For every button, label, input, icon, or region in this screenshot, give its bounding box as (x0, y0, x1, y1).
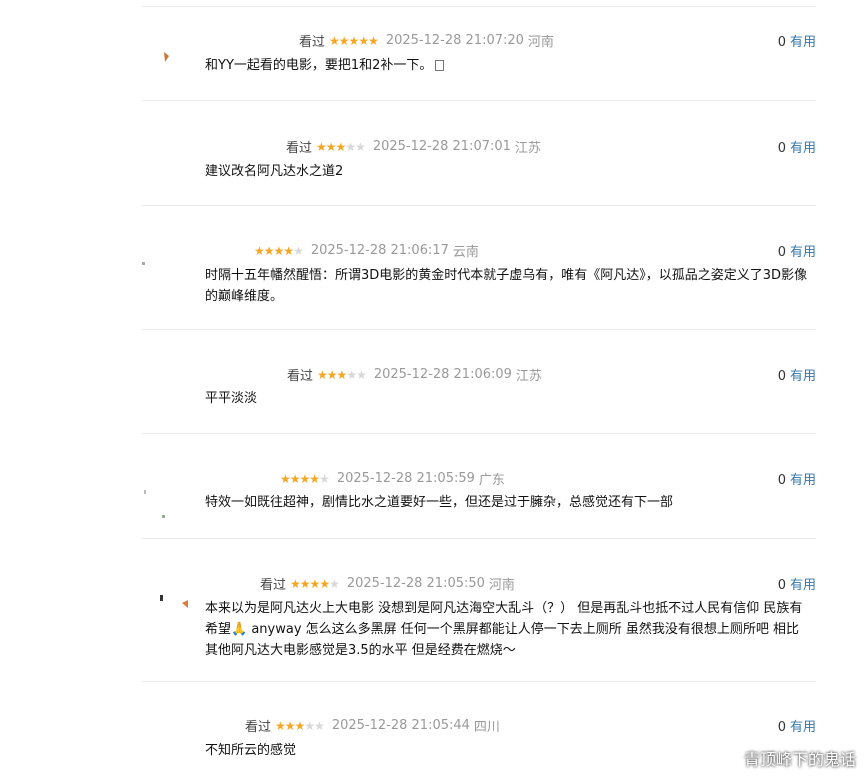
star-empty-icon: ★ (346, 367, 357, 382)
comment-time: 2025-12-28 21:05:59 (336, 471, 475, 486)
star-filled-icon: ★ (335, 139, 347, 154)
rating-stars: ★ ★ ★ ★ ★ (316, 139, 366, 154)
watched-status: 看过 (260, 578, 287, 593)
comment-location: 江苏 (515, 369, 542, 384)
star-filled-icon: ★ (299, 576, 311, 591)
star-filled-icon: ★ (358, 33, 369, 48)
comment-text: 和YY一起看的电影，要把1和2补一下。 (205, 58, 433, 73)
rating-stars: ★ ★ ★ ★ ★ (317, 367, 367, 382)
comment-item: ★ ★ ★ ★ ★ 2025-12-28 21:06:17 云南 0 有用 时隔十五年幡然… (142, 206, 816, 330)
useful-button[interactable]: 有用 (790, 473, 816, 488)
vote-count: 0 (777, 578, 786, 593)
star-filled-icon: ★ (325, 139, 337, 154)
star-filled-icon: ★ (368, 33, 379, 48)
useful-button[interactable]: 有用 (790, 369, 816, 384)
star-filled-icon: ★ (319, 576, 330, 591)
rating-stars: ★ ★ ★ ★ ★ (254, 243, 304, 258)
star-filled-icon: ★ (283, 243, 294, 258)
comment-time: 2025-12-28 21:06:17 (310, 243, 449, 258)
star-empty-icon: ★ (356, 367, 367, 382)
star-filled-icon: ★ (348, 33, 360, 48)
comment-time: 2025-12-28 21:05:50 (346, 576, 485, 591)
watched-status: 看过 (287, 369, 314, 384)
useful-button[interactable]: 有用 (790, 720, 816, 735)
star-empty-icon: ★ (355, 139, 366, 154)
vote-count: 0 (777, 369, 786, 384)
emoji-icon (435, 60, 445, 71)
comment-location: 广东 (478, 473, 505, 488)
rating-stars: ★ ★ ★ ★ ★ (275, 718, 325, 733)
star-filled-icon: ★ (284, 718, 296, 733)
comment-text: 建议改名阿凡达水之道2 (205, 164, 344, 179)
star-filled-icon: ★ (289, 471, 301, 486)
watched-status: 看过 (245, 720, 272, 735)
rating-stars: ★ ★ ★ ★ ★ (280, 471, 330, 486)
vote-count: 0 (777, 473, 786, 488)
star-empty-icon: ★ (314, 718, 325, 733)
comment-text: 特效一如既往超神，剧情比水之道要好一些，但还是过于臃杂，总感觉还有下一部 (205, 495, 674, 510)
star-filled-icon: ★ (280, 471, 291, 486)
vote-count: 0 (777, 720, 786, 735)
comment-location: 河南 (527, 35, 554, 50)
useful-button[interactable]: 有用 (790, 245, 816, 260)
star-filled-icon: ★ (263, 243, 275, 258)
vote-count: 0 (777, 245, 786, 260)
comment-location: 河南 (488, 578, 515, 593)
star-filled-icon: ★ (336, 367, 348, 382)
star-empty-icon: ★ (319, 471, 330, 486)
comment-item: 看过 ★ ★ ★ ★ ★ 2025-12-28 21:06:09 江苏 0 有用 平平淡淡 (142, 330, 816, 434)
comment-text: 本来以为是阿凡达火上大电影 没想到是阿凡达海空大乱斗（？） 但是再乱斗也抵不过人… (205, 601, 803, 658)
vote-count: 0 (777, 141, 786, 156)
rating-stars: ★ ★ ★ ★ ★ (329, 33, 379, 48)
watched-status: 看过 (286, 141, 313, 156)
comment-text: 不知所云的感觉 (205, 743, 297, 758)
comment-text: 时隔十五年幡然醒悟：所谓3D电影的黄金时代本就子虚乌有，唯有《阿凡达》，以孤品之… (205, 268, 808, 304)
comment-item: 看过 ★ ★ ★ ★ ★ 2025-12-28 21:05:44 四川 0 有用 不知所云… (142, 682, 816, 776)
comment-text: 平平淡淡 (205, 391, 258, 406)
star-filled-icon: ★ (299, 471, 311, 486)
avatar[interactable] (142, 127, 190, 175)
useful-button[interactable]: 有用 (790, 578, 816, 593)
star-filled-icon: ★ (316, 139, 327, 154)
avatar[interactable] (142, 356, 190, 404)
useful-button[interactable]: 有用 (790, 35, 816, 50)
watermark: 青顶峰下的鬼话 (743, 750, 856, 769)
comment-item: 看过 ★ ★ ★ ★ ★ 2025-12-28 21:07:20 河南 0 有用 和YY一… (142, 8, 816, 101)
star-filled-icon: ★ (329, 33, 340, 48)
avatar[interactable] (142, 565, 190, 613)
comment-item: 看过 ★ ★ ★ ★ ★ 2025-12-28 21:05:50 河南 0 有用 本来以为… (142, 539, 816, 682)
star-filled-icon: ★ (317, 367, 328, 382)
star-filled-icon: ★ (254, 243, 265, 258)
comment-location: 四川 (473, 720, 500, 735)
avatar[interactable] (142, 708, 190, 756)
star-empty-icon: ★ (293, 243, 304, 258)
top-divider (142, 6, 816, 7)
avatar[interactable] (142, 232, 190, 280)
comment-location: 江苏 (514, 141, 541, 156)
rating-stars: ★ ★ ★ ★ ★ (290, 576, 340, 591)
comment-time: 2025-12-28 21:05:44 (331, 718, 470, 733)
star-filled-icon: ★ (309, 576, 321, 591)
star-filled-icon: ★ (273, 243, 285, 258)
comment-item: ★ ★ ★ ★ ★ 2025-12-28 21:05:59 广东 0 有用 特效一如既往超… (142, 434, 816, 539)
star-filled-icon: ★ (338, 33, 350, 48)
comment-item: 看过 ★ ★ ★ ★ ★ 2025-12-28 21:07:01 江苏 0 有用 建议改名… (142, 101, 816, 206)
star-empty-icon: ★ (304, 718, 315, 733)
star-empty-icon: ★ (345, 139, 356, 154)
star-filled-icon: ★ (309, 471, 320, 486)
avatar[interactable] (142, 460, 190, 518)
star-filled-icon: ★ (326, 367, 338, 382)
watched-status: 看过 (299, 35, 326, 50)
star-filled-icon: ★ (294, 718, 306, 733)
comment-time: 2025-12-28 21:06:09 (373, 367, 512, 382)
comment-time: 2025-12-28 21:07:01 (372, 139, 511, 154)
avatar[interactable] (142, 34, 190, 82)
comment-time: 2025-12-28 21:07:20 (385, 33, 524, 48)
star-empty-icon: ★ (329, 576, 340, 591)
star-filled-icon: ★ (290, 576, 301, 591)
vote-count: 0 (777, 35, 786, 50)
useful-button[interactable]: 有用 (790, 141, 816, 156)
star-filled-icon: ★ (275, 718, 286, 733)
comment-location: 云南 (452, 245, 479, 260)
